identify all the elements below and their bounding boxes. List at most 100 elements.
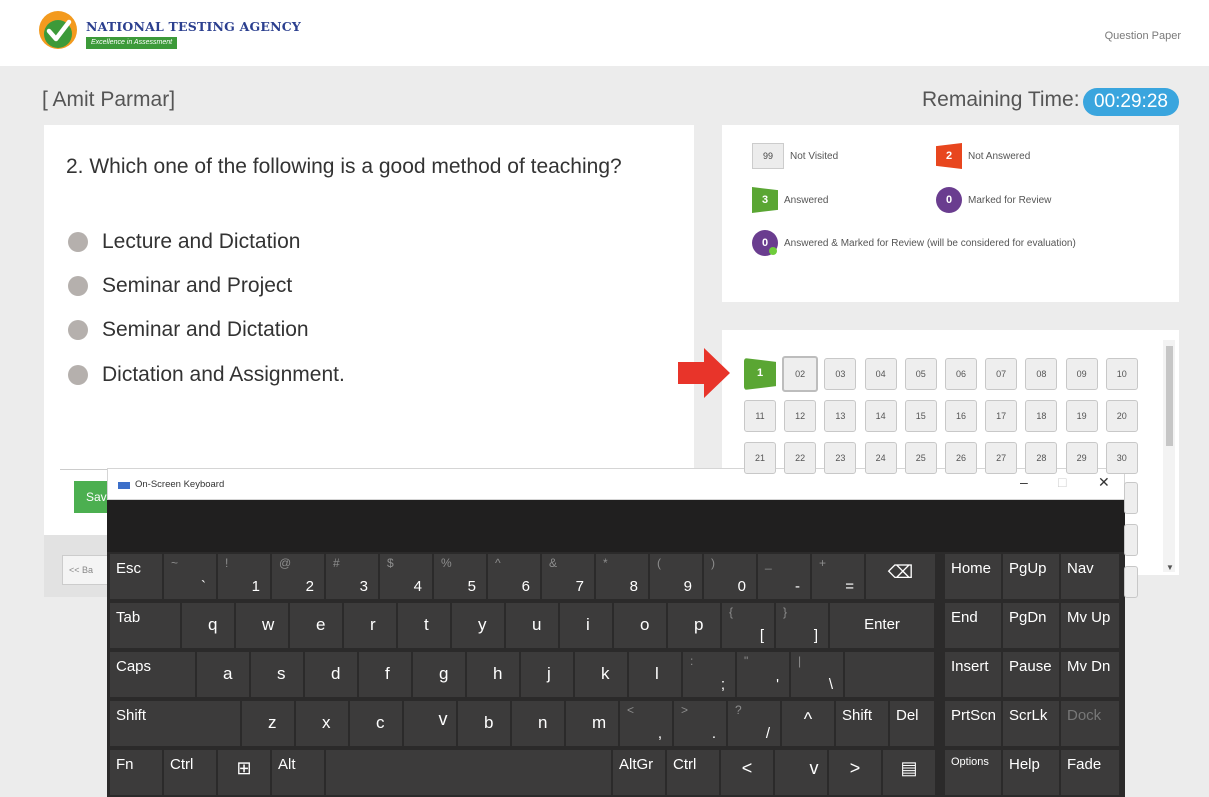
- option-3[interactable]: Seminar and Dictation: [68, 315, 309, 345]
- j-key[interactable]: j: [521, 652, 573, 697]
- minimize-button[interactable]: –: [1020, 474, 1028, 490]
- question-number-button[interactable]: 13: [824, 400, 857, 432]
- arrow-up-key[interactable]: ^: [782, 701, 834, 746]
- 4-key[interactable]: $4: [380, 554, 432, 599]
- question-button-current[interactable]: 02: [782, 356, 819, 392]
- option-1[interactable]: Lecture and Dictation: [68, 227, 300, 257]
- home-key[interactable]: Home: [945, 554, 1001, 599]
- question-number-button-hidden[interactable]: [1124, 524, 1138, 556]
- l-key[interactable]: l: [629, 652, 681, 697]
- ctrl-key[interactable]: Ctrl: [667, 750, 719, 795]
- arrow-down-key[interactable]: v: [775, 750, 827, 795]
- pause-key[interactable]: Pause: [1003, 652, 1059, 697]
- --key[interactable]: {[: [722, 603, 774, 648]
- question-number-button[interactable]: 24: [864, 442, 897, 474]
- radio-button[interactable]: [68, 276, 88, 296]
- question-number-button[interactable]: 05: [904, 358, 937, 390]
- dock-key[interactable]: Dock: [1061, 701, 1119, 746]
- question-number-button[interactable]: 07: [985, 358, 1018, 390]
- maximize-button[interactable]: □: [1058, 474, 1066, 490]
- --key[interactable]: ? /: [728, 701, 780, 746]
- 3-key[interactable]: #3: [326, 554, 378, 599]
- q-key[interactable]: q: [182, 603, 234, 648]
- question-number-button[interactable]: 29: [1065, 442, 1098, 474]
- radio-button[interactable]: [68, 365, 88, 385]
- question-number-button[interactable]: 26: [945, 442, 977, 474]
- ctrl-key[interactable]: Ctrl: [164, 750, 216, 795]
- z-key[interactable]: z: [242, 701, 294, 746]
- scroll-down-icon[interactable]: ▼: [1166, 563, 1174, 572]
- menu-key-icon[interactable]: ▤: [883, 750, 935, 795]
- question-number-button[interactable]: 15: [904, 400, 937, 432]
- e-key[interactable]: e: [290, 603, 342, 648]
- mv-dn-key[interactable]: Mv Dn: [1061, 652, 1119, 697]
- option-2[interactable]: Seminar and Project: [68, 271, 292, 301]
- del-key[interactable]: Del: [890, 701, 934, 746]
- --key[interactable]: | \: [791, 652, 843, 697]
- question-button-answered[interactable]: 1: [744, 358, 776, 390]
- prtscn-key[interactable]: PrtScn: [945, 701, 1001, 746]
- question-number-button[interactable]: 25: [904, 442, 937, 474]
- question-number-button[interactable]: 10: [1105, 358, 1138, 390]
- help-key[interactable]: Help: [1003, 750, 1059, 795]
- arrow-left-key[interactable]: <: [721, 750, 773, 795]
- question-number-button[interactable]: 11: [744, 400, 776, 432]
- arrow-right-key[interactable]: >: [829, 750, 881, 795]
- 6-key[interactable]: ^ 6: [488, 554, 540, 599]
- --key[interactable]: <,: [620, 701, 672, 746]
- pgdn-key[interactable]: PgDn: [1003, 603, 1059, 648]
- blank-key[interactable]: [845, 652, 934, 697]
- --key[interactable]: ~ `: [164, 554, 216, 599]
- mv-up-key[interactable]: Mv Up: [1061, 603, 1119, 648]
- b-key[interactable]: b: [458, 701, 510, 746]
- n-key[interactable]: n: [512, 701, 564, 746]
- --key[interactable]: }]: [776, 603, 828, 648]
- end-key[interactable]: End: [945, 603, 1001, 648]
- 9-key[interactable]: (9: [650, 554, 702, 599]
- question-paper-link[interactable]: Question Paper: [1105, 30, 1181, 42]
- altgr-key[interactable]: AltGr: [613, 750, 665, 795]
- s-key[interactable]: s: [251, 652, 303, 697]
- scrollbar-thumb[interactable]: [1166, 346, 1173, 446]
- x-key[interactable]: x: [296, 701, 348, 746]
- k-key[interactable]: k: [575, 652, 627, 697]
- question-number-button[interactable]: 04: [864, 358, 897, 390]
- p-key[interactable]: p: [668, 603, 720, 648]
- question-number-button-hidden[interactable]: [1124, 566, 1138, 598]
- question-number-button[interactable]: 06: [945, 358, 977, 390]
- --key[interactable]: + =: [812, 554, 864, 599]
- shift-key[interactable]: Shift: [836, 701, 888, 746]
- radio-button[interactable]: [68, 320, 88, 340]
- question-number-button[interactable]: 20: [1105, 400, 1138, 432]
- close-button[interactable]: ✕: [1098, 474, 1110, 491]
- question-number-button-hidden[interactable]: [1124, 482, 1138, 514]
- alt-key[interactable]: Alt: [272, 750, 324, 795]
- --key[interactable]: " ': [737, 652, 789, 697]
- o-key[interactable]: o: [614, 603, 666, 648]
- question-number-button[interactable]: 22: [784, 442, 817, 474]
- enter-key[interactable]: Enter: [830, 603, 934, 648]
- question-number-button[interactable]: 16: [945, 400, 977, 432]
- --key[interactable]: :;: [683, 652, 735, 697]
- shift-key[interactable]: Shift: [110, 701, 240, 746]
- question-number-button[interactable]: 12: [784, 400, 817, 432]
- question-number-button[interactable]: 09: [1065, 358, 1098, 390]
- question-number-button[interactable]: 17: [985, 400, 1018, 432]
- question-number-button[interactable]: 14: [864, 400, 897, 432]
- g-key[interactable]: g: [413, 652, 465, 697]
- option-4[interactable]: Dictation and Assignment.: [68, 360, 345, 390]
- y-key[interactable]: y: [452, 603, 504, 648]
- fn-key[interactable]: Fn: [110, 750, 162, 795]
- 1-key[interactable]: ! 1: [218, 554, 270, 599]
- w-key[interactable]: w: [236, 603, 288, 648]
- --key[interactable]: _ -: [758, 554, 810, 599]
- h-key[interactable]: h: [467, 652, 519, 697]
- question-number-button[interactable]: 27: [985, 442, 1018, 474]
- a-key[interactable]: a: [197, 652, 249, 697]
- esc-key[interactable]: Esc: [110, 554, 162, 599]
- c-key[interactable]: c: [350, 701, 402, 746]
- question-number-button[interactable]: 30: [1105, 442, 1138, 474]
- question-number-button[interactable]: 28: [1025, 442, 1058, 474]
- radio-button[interactable]: [68, 232, 88, 252]
- i-key[interactable]: i: [560, 603, 612, 648]
